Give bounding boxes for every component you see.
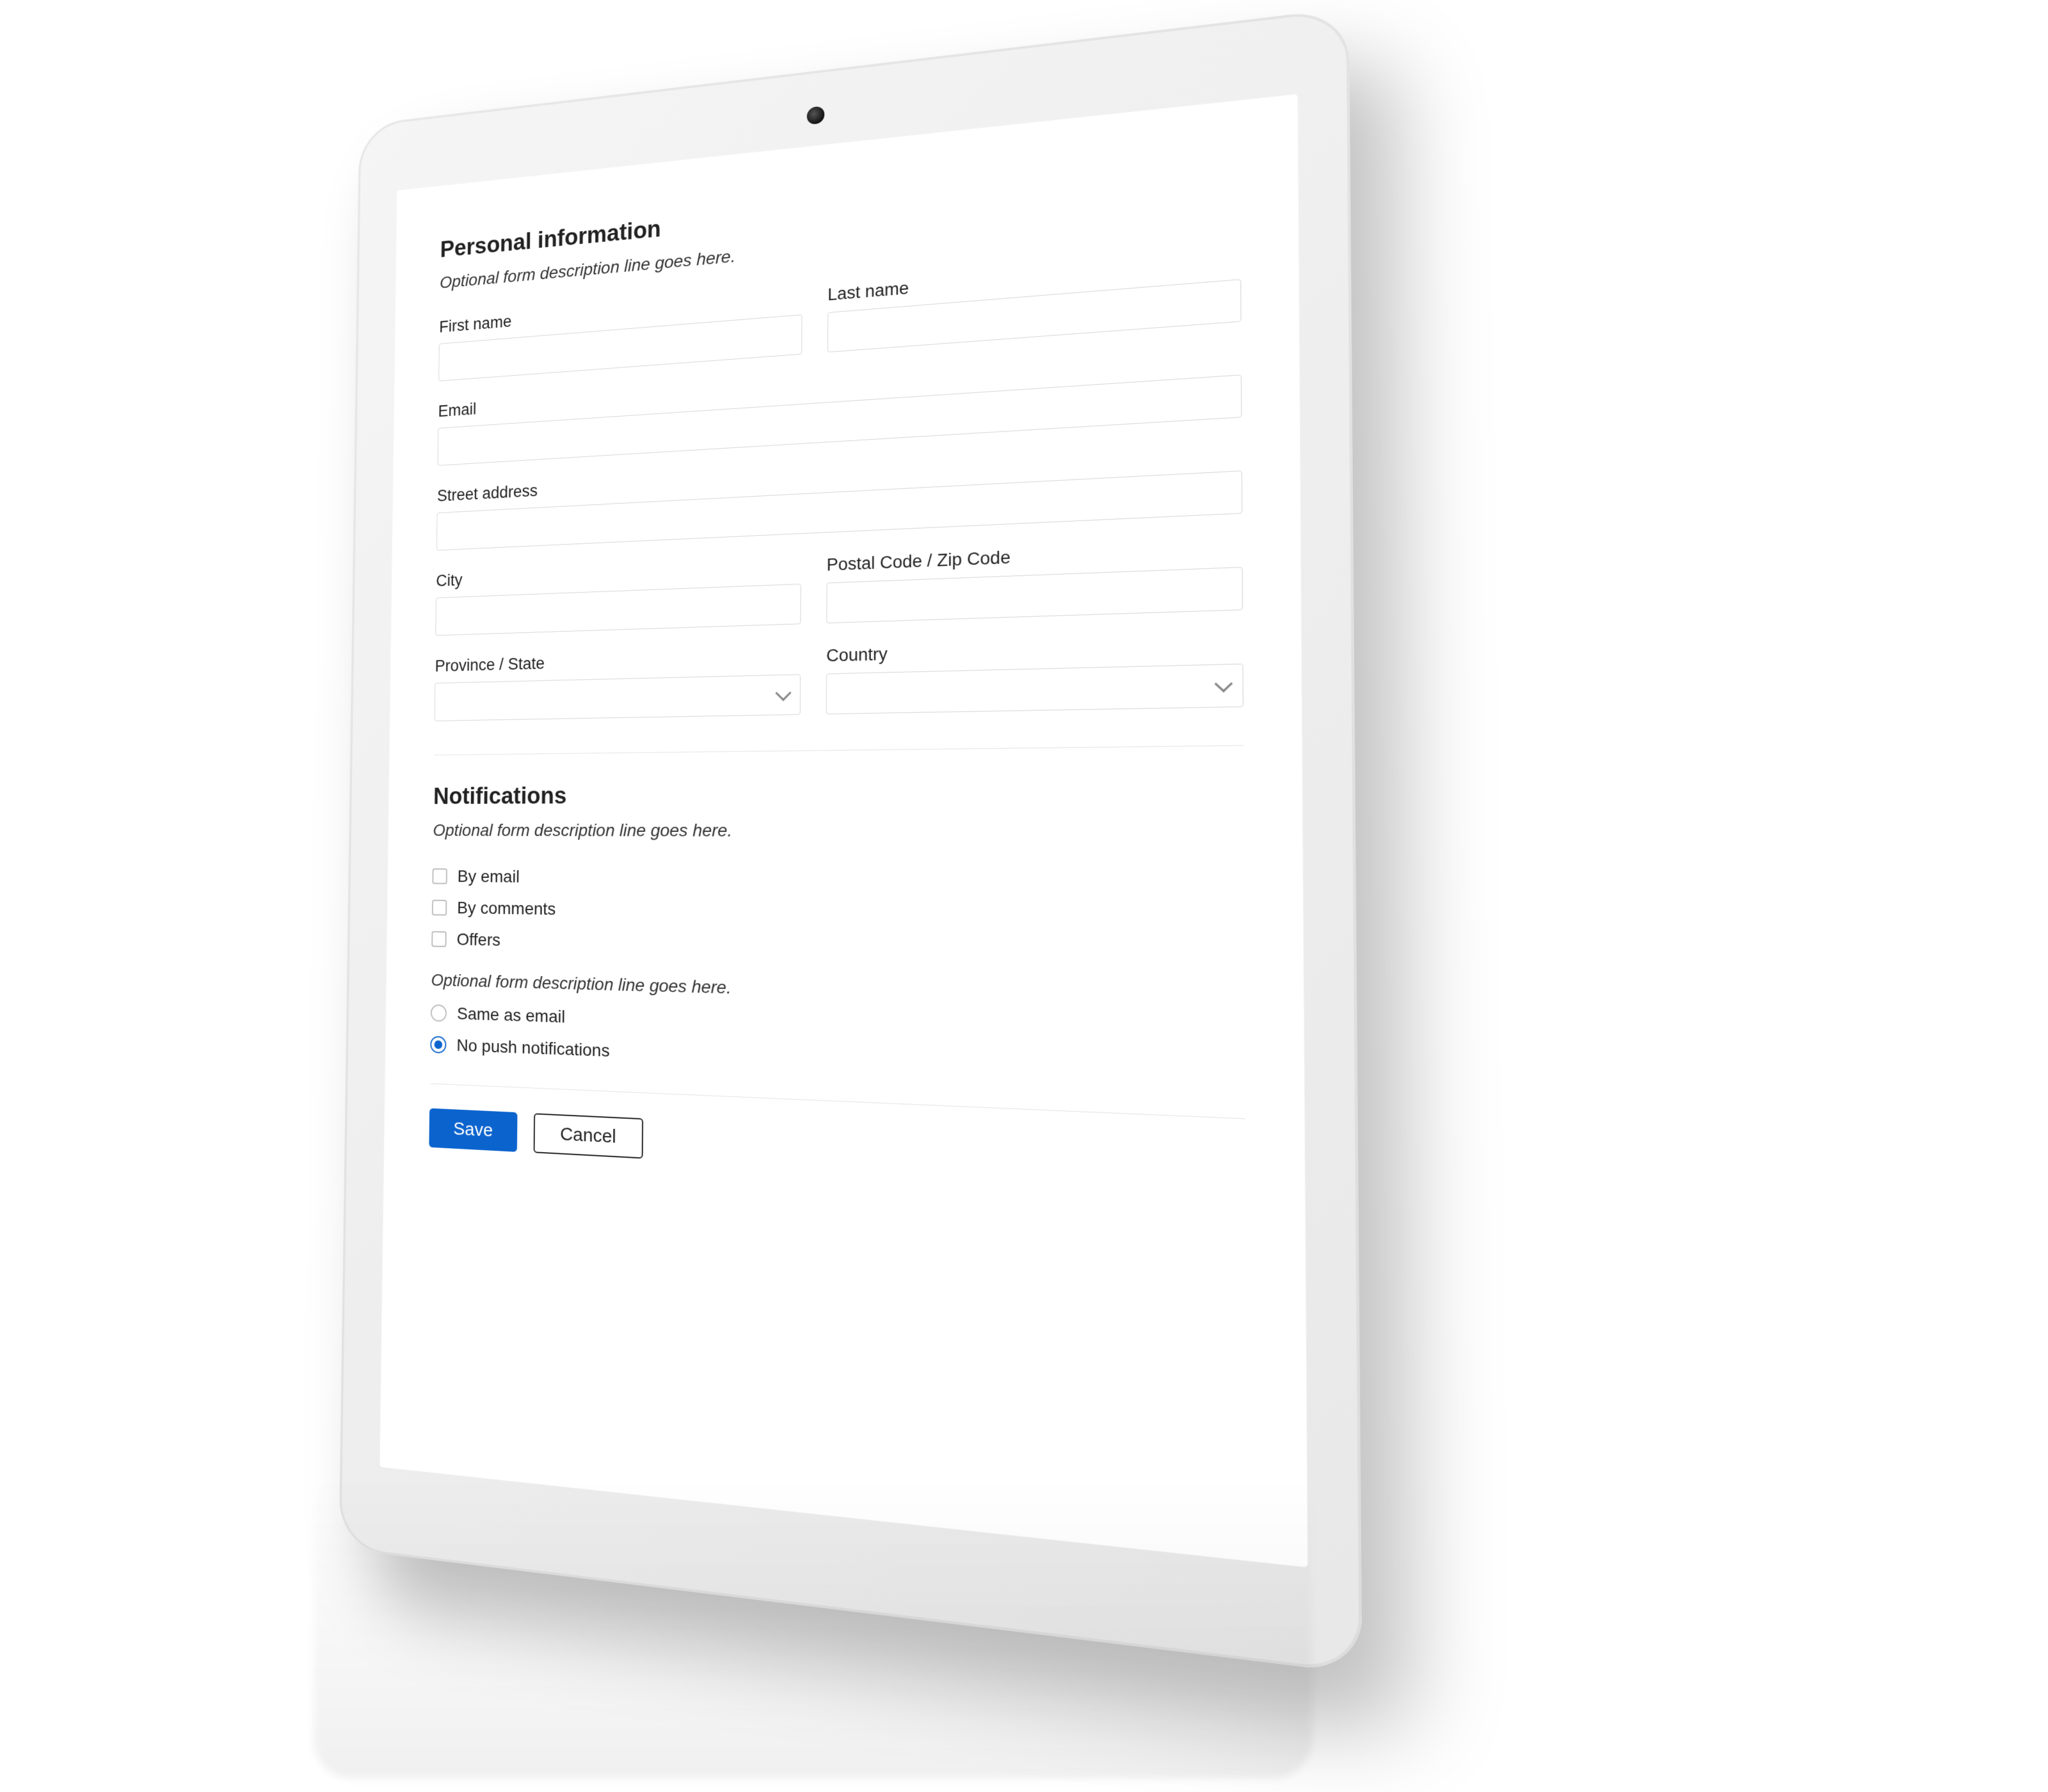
postal-code-input[interactable] — [826, 567, 1243, 623]
checkbox-offers[interactable] — [431, 931, 446, 947]
radio-label: No push notifications — [456, 1036, 610, 1061]
postal-code-label: Postal Code / Zip Code — [827, 538, 1243, 575]
checkbox-by-email[interactable] — [432, 868, 447, 884]
checkbox-label: By email — [458, 867, 520, 886]
checkbox-by-comments[interactable] — [432, 900, 447, 916]
radio-label: Same as email — [457, 1004, 565, 1027]
notifications-title: Notifications — [433, 778, 1244, 810]
country-select[interactable] — [826, 664, 1244, 714]
tablet-frame: Personal information Optional form descr… — [339, 8, 1362, 1674]
tablet-mockup: Personal information Optional form descr… — [314, 58, 1312, 1594]
radio-no-push-notifications[interactable] — [430, 1036, 446, 1054]
notifications-description: Optional form description line goes here… — [433, 820, 1244, 842]
radio-group-description: Optional form description line goes here… — [431, 970, 1245, 1012]
province-state-label: Province / State — [435, 647, 801, 676]
screen: Personal information Optional form descr… — [380, 93, 1308, 1567]
radio-same-as-email[interactable] — [431, 1004, 447, 1021]
province-state-select[interactable] — [435, 674, 801, 721]
checkbox-label: By comments — [457, 898, 556, 919]
camera-icon — [807, 106, 825, 125]
chevron-down-icon — [775, 685, 791, 701]
tablet-reflection — [314, 1473, 1312, 1779]
save-button[interactable]: Save — [429, 1108, 517, 1152]
chevron-down-icon — [1214, 675, 1233, 692]
last-name-label: Last name — [828, 250, 1241, 305]
checkbox-label: Offers — [456, 930, 500, 950]
section-divider — [434, 745, 1244, 755]
cancel-button[interactable]: Cancel — [534, 1113, 643, 1158]
country-label: Country — [826, 634, 1243, 666]
city-input[interactable] — [435, 584, 801, 636]
